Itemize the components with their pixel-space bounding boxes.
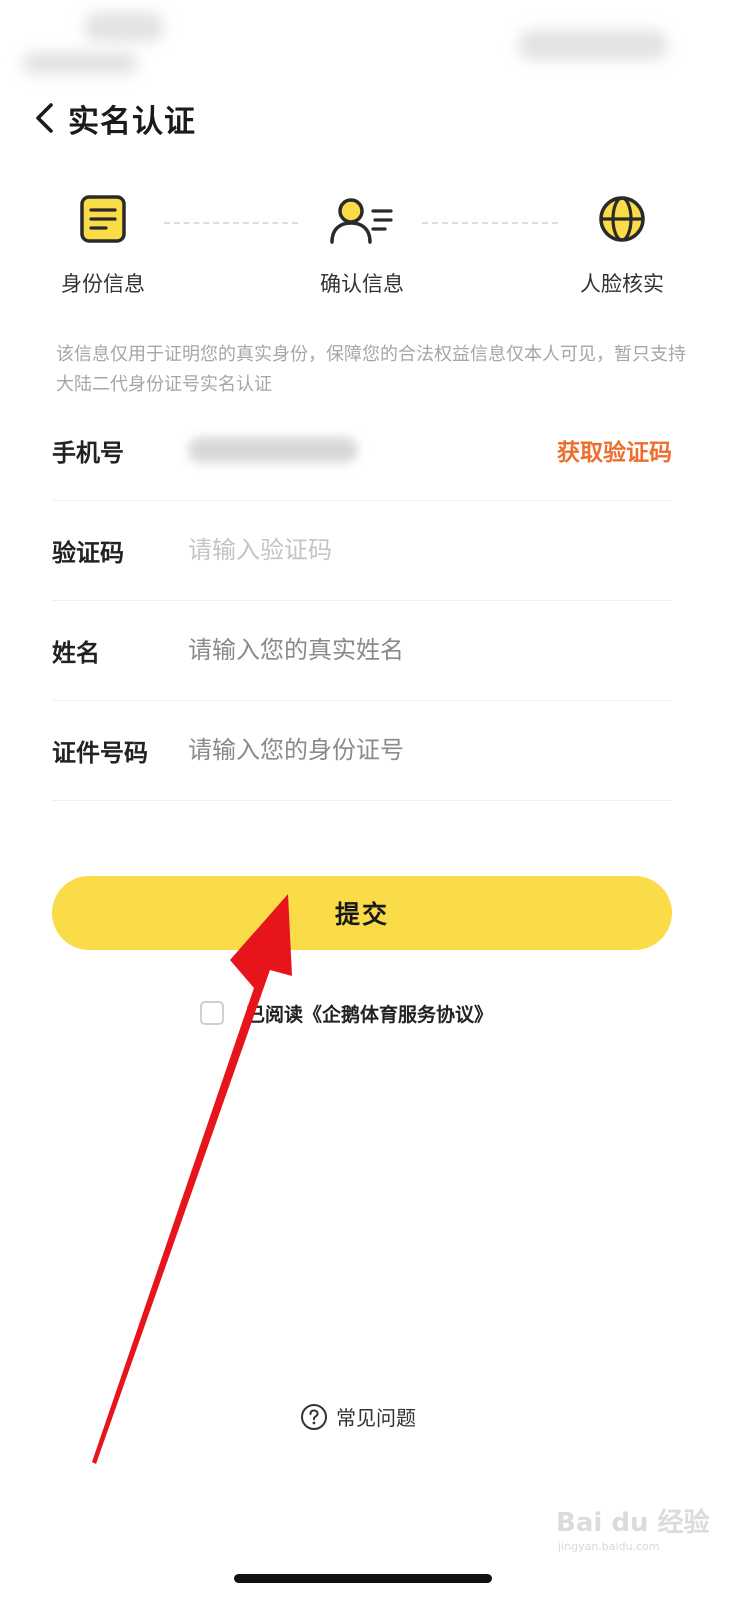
status-bar-time-blur [84, 12, 164, 42]
status-bar-carrier-blur [22, 52, 138, 74]
name-row: 姓名 [52, 600, 672, 701]
baidu-jingyan-watermark: Bai du 经验 jingyan.baidu.com [556, 1494, 710, 1554]
watermark-text: Bai du 经验 [556, 1508, 710, 1538]
faq-link[interactable]: 常见问题 [300, 1402, 416, 1431]
navigation-header: 实名认证 [34, 94, 196, 142]
agreement-row: 已阅读《企鹅体育服务协议》 [200, 996, 493, 1030]
agreement-link[interactable]: 已阅读《企鹅体育服务协议》 [246, 1000, 493, 1027]
verification-steps: 身份信息 确认信息 人脸核实 [0, 192, 739, 312]
agreement-checkbox[interactable] [200, 1001, 224, 1025]
name-label: 姓名 [52, 638, 100, 667]
verification-code-input[interactable] [188, 536, 608, 564]
step-label: 人脸核实 [580, 272, 664, 296]
watermark-url: jingyan.baidu.com [558, 1540, 660, 1553]
face-scan-icon [599, 196, 645, 242]
id-number-row: 证件号码 [52, 700, 672, 801]
annotation-arrow-shape [92, 894, 292, 1464]
get-verification-code-button[interactable]: 获取验证码 [557, 433, 672, 467]
document-icon [80, 195, 126, 243]
user-info-icon [330, 198, 393, 244]
id-number-input[interactable] [188, 736, 608, 764]
real-name-input[interactable] [188, 636, 608, 664]
step-face-verify: 人脸核实 [552, 192, 692, 298]
home-indicator[interactable] [234, 1574, 492, 1583]
question-circle-icon [301, 1403, 327, 1430]
submit-button[interactable]: 提交 [52, 876, 672, 950]
step-identity-info: 身份信息 [33, 192, 173, 298]
id-number-label: 证件号码 [52, 738, 148, 767]
status-bar-icons-blur [518, 30, 668, 60]
code-row: 验证码 [52, 500, 672, 601]
privacy-notice: 该信息仅用于证明您的真实身份，保障您的合法权益信息仅本人可见，暂只支持大陆二代身… [56, 344, 686, 395]
step-label: 身份信息 [61, 272, 145, 296]
code-label: 验证码 [52, 538, 124, 567]
step-connector-1 [164, 222, 298, 224]
back-button[interactable] [34, 94, 64, 142]
step-confirm-info: 确认信息 [292, 192, 432, 298]
chevron-left-icon [36, 103, 53, 133]
page-title: 实名认证 [68, 103, 196, 140]
phone-label: 手机号 [52, 438, 124, 467]
step-connector-2 [422, 222, 558, 224]
phone-number-blurred [188, 437, 358, 463]
faq-label: 常见问题 [336, 1406, 416, 1430]
step-label: 确认信息 [320, 272, 404, 296]
phone-row: 手机号 获取验证码 [52, 400, 672, 501]
